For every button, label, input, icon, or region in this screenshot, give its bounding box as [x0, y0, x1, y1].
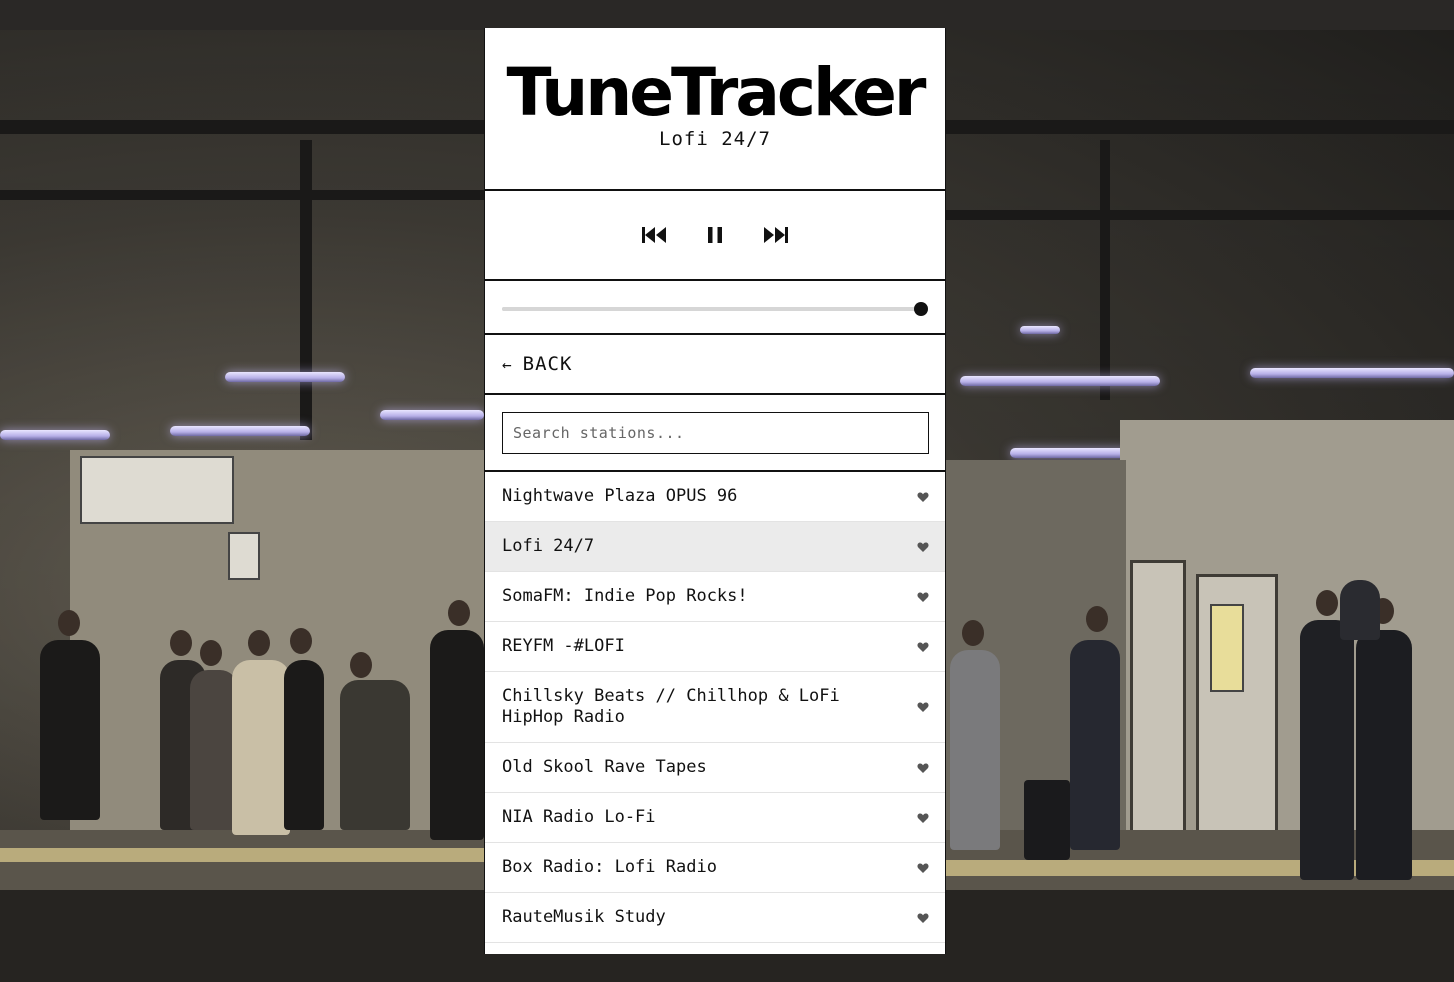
station-name: REYFM -#LOFI [502, 636, 625, 656]
favorite-heart-icon[interactable] [917, 591, 929, 603]
app-logo: TuneTracker [506, 54, 927, 131]
search-input[interactable] [502, 412, 929, 454]
back-label: BACK [522, 353, 573, 375]
back-arrow-icon: ← [502, 354, 513, 374]
favorite-heart-icon[interactable] [917, 812, 929, 824]
station-row[interactable]: Chillsky Beats // Chillhop & LoFi HipHop… [485, 672, 945, 743]
station-row[interactable]: Nightwave Plaza OPUS 96 [485, 472, 945, 522]
station-row[interactable]: RauteMusik Study [485, 893, 945, 943]
station-row[interactable]: NIA Radio Lo-Fi [485, 793, 945, 843]
favorite-heart-icon[interactable] [917, 762, 929, 774]
favorite-heart-icon[interactable] [917, 912, 929, 924]
station-row[interactable]: Old Skool Rave Tapes [485, 743, 945, 793]
station-name: Old Skool Rave Tapes [502, 757, 707, 777]
favorite-heart-icon[interactable] [917, 701, 929, 713]
playback-controls [485, 191, 945, 281]
station-name: NIA Radio Lo-Fi [502, 807, 656, 827]
player-panel: TuneTracker Lofi 24/7 ← BACK Search stat… [484, 28, 946, 954]
station-list: Nightwave Plaza OPUS 96 Lofi 24/7 SomaFM: … [485, 472, 945, 943]
station-name: Lofi 24/7 [502, 536, 595, 556]
favorite-heart-icon[interactable] [917, 862, 929, 874]
station-row[interactable]: SomaFM: Indie Pop Rocks! [485, 572, 945, 622]
skip-previous-icon [642, 227, 666, 243]
station-name: RauteMusik Study [502, 907, 666, 927]
back-button[interactable]: ← BACK [485, 335, 945, 395]
now-playing-title: Lofi 24/7 [659, 128, 771, 150]
search-section [485, 395, 945, 472]
previous-button[interactable] [641, 221, 669, 249]
skip-next-icon [764, 227, 788, 243]
volume-slider-fill [502, 307, 921, 311]
next-button[interactable] [761, 221, 789, 249]
volume-slider-thumb[interactable] [914, 302, 928, 316]
station-row[interactable]: REYFM -#LOFI [485, 622, 945, 672]
station-name: Box Radio: Lofi Radio [502, 857, 717, 877]
station-name: Nightwave Plaza OPUS 96 [502, 486, 738, 506]
station-row[interactable]: Box Radio: Lofi Radio [485, 843, 945, 893]
player-header: TuneTracker Lofi 24/7 [485, 28, 945, 191]
station-name: Chillsky Beats // Chillhop & LoFi HipHop… [502, 686, 840, 727]
favorite-heart-icon[interactable] [917, 641, 929, 653]
pause-button[interactable] [701, 221, 729, 249]
favorite-heart-icon[interactable] [917, 491, 929, 503]
station-row[interactable]: Lofi 24/7 [485, 522, 945, 572]
volume-slider-track[interactable] [502, 302, 928, 316]
station-name: SomaFM: Indie Pop Rocks! [502, 586, 748, 606]
volume-control [485, 281, 945, 335]
pause-icon [708, 227, 722, 243]
favorite-heart-icon[interactable] [917, 541, 929, 553]
